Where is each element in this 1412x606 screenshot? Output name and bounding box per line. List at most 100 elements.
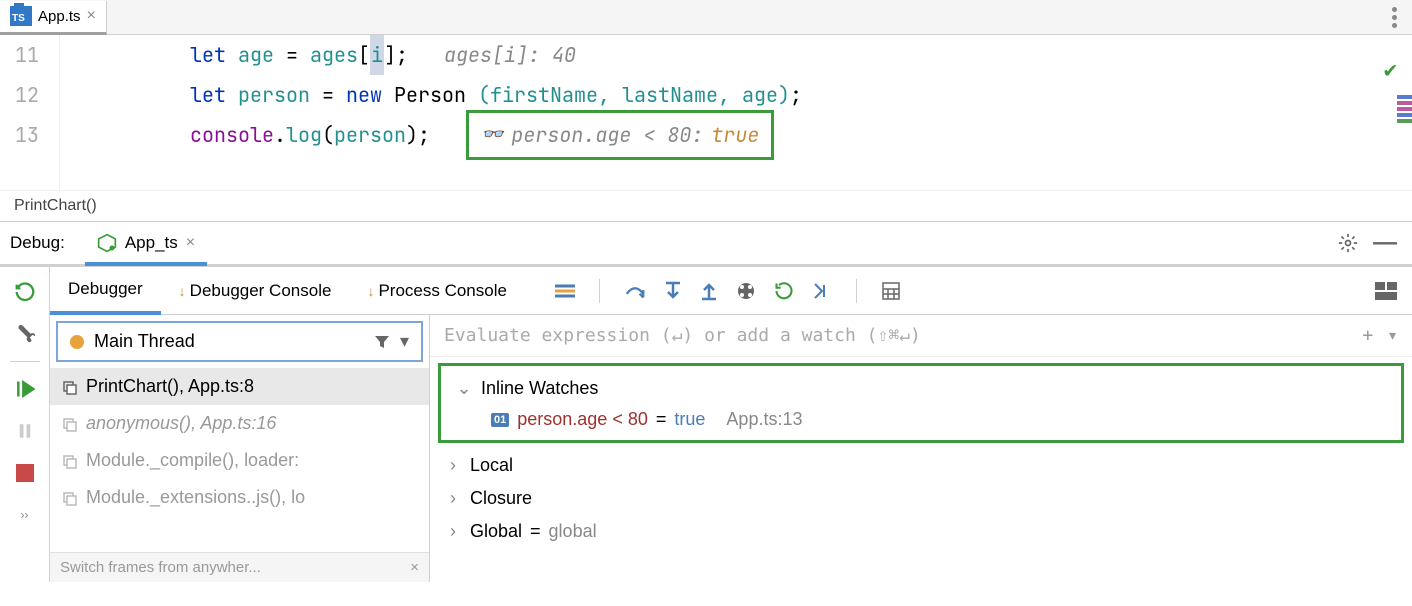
watch-value: true — [674, 409, 705, 430]
expand-chevron-icon[interactable]: › — [444, 521, 462, 542]
more-actions-icon[interactable]: ›› — [10, 500, 40, 530]
stack-frame[interactable]: Module._extensions..js(), lo — [50, 479, 429, 516]
debug-left-toolbar: ›› — [0, 267, 50, 582]
watch-badge: 01 — [491, 413, 509, 427]
scope-label: Local — [470, 455, 513, 476]
file-tab-label: App.ts — [38, 8, 81, 25]
step-over-icon[interactable] — [624, 282, 646, 300]
gear-icon[interactable] — [1338, 233, 1358, 253]
variables-tree: ⌄ Inline Watches 01 person.age < 80 = tr… — [430, 357, 1412, 582]
code-content[interactable]: let age = ages[i]; ages[i]: 40 let perso… — [60, 35, 1412, 190]
variable: ages — [310, 35, 358, 75]
method: log — [286, 115, 322, 155]
debug-step-toolbar — [555, 279, 921, 303]
expand-chevron-icon[interactable]: › — [444, 455, 462, 476]
code-line[interactable]: let person = new Person (firstName, last… — [190, 75, 1412, 115]
frame-icon — [62, 490, 78, 506]
tip-bar: Switch frames from anywher... × — [50, 552, 429, 582]
line-number: 13 — [0, 115, 39, 155]
tree-node[interactable]: › Closure — [430, 482, 1412, 515]
more-options-icon[interactable] — [1392, 7, 1397, 28]
show-execution-point-icon[interactable] — [555, 283, 575, 299]
expand-chevron-icon[interactable]: › — [444, 488, 462, 509]
debug-main-area: Debugger ↓Debugger Console ↓Process Cons… — [50, 267, 1412, 582]
debug-sub-tabs: Debugger ↓Debugger Console ↓Process Cons… — [50, 267, 1412, 315]
evaluate-expression-icon[interactable] — [812, 281, 832, 301]
line-number-gutter: 11 12 13 — [0, 35, 60, 190]
run-to-cursor-icon[interactable] — [774, 281, 794, 301]
stop-icon[interactable] — [10, 458, 40, 488]
tree-node[interactable]: › Global = global — [430, 515, 1412, 548]
frames-panel: Main Thread ▾ PrintChart(), App.ts:8 — [50, 315, 430, 582]
watch-location-link[interactable]: App.ts:13 — [726, 409, 802, 430]
close-tab-icon[interactable]: × — [87, 7, 96, 25]
glasses-icon: 👓 — [481, 115, 503, 155]
step-into-icon[interactable] — [664, 281, 682, 301]
layout-settings-icon[interactable] — [1375, 282, 1397, 300]
download-icon: ↓ — [367, 283, 374, 299]
wrench-icon[interactable] — [10, 319, 40, 349]
variable: age — [238, 35, 274, 75]
expand-chevron-icon[interactable]: ⌄ — [455, 378, 473, 399]
view-breakpoints-icon[interactable] — [736, 281, 756, 301]
keyword: let — [190, 35, 226, 75]
step-out-icon[interactable] — [700, 281, 718, 301]
stack-frame[interactable]: anonymous(), App.ts:16 — [50, 405, 429, 442]
pause-icon[interactable] — [10, 416, 40, 446]
equals: = — [656, 409, 667, 430]
nodejs-icon — [97, 233, 117, 253]
debug-content-panels: Main Thread ▾ PrintChart(), App.ts:8 — [50, 315, 1412, 582]
tab-debugger-console[interactable]: ↓Debugger Console — [161, 267, 350, 314]
breadcrumb[interactable]: PrintChart() — [0, 190, 1412, 222]
tab-debugger[interactable]: Debugger — [50, 268, 161, 315]
code-line[interactable]: console.log(person); 👓 person.age < 80: … — [190, 115, 1412, 155]
debug-session-tab[interactable]: App_ts × — [85, 224, 207, 266]
code-editor[interactable]: 11 12 13 let age = ages[i]; ages[i]: 40 … — [0, 35, 1412, 190]
thread-selector[interactable]: Main Thread ▾ — [56, 321, 423, 362]
inline-watch-value: true — [711, 115, 759, 155]
tree-node[interactable]: ⌄ Inline Watches — [441, 372, 1401, 405]
inline-value-hint: ages[i]: 40 — [444, 35, 576, 75]
rerun-icon[interactable] — [10, 277, 40, 307]
inline-watch-expression: person.age < 80: — [511, 115, 703, 155]
editor-tab-bar: TS App.ts × — [0, 0, 1412, 35]
frame-label: Module._extensions..js(), lo — [86, 487, 305, 508]
debug-label: Debug: — [10, 233, 65, 253]
watch-expression[interactable]: 01 person.age < 80 = true App.ts:13 — [441, 405, 1401, 434]
frame-icon — [62, 416, 78, 432]
keyword: let — [190, 75, 226, 115]
close-session-icon[interactable]: × — [186, 234, 195, 252]
frame-icon — [62, 379, 78, 395]
frame-icon — [62, 453, 78, 469]
add-watch-icon[interactable]: + — [1362, 325, 1373, 346]
scope-label: Global — [470, 521, 522, 542]
file-tab[interactable]: TS App.ts × — [0, 1, 107, 35]
scope-value: global — [549, 521, 597, 542]
debug-session-label: App_ts — [125, 233, 178, 253]
inline-watch-badge[interactable]: 👓 person.age < 80: true — [466, 110, 774, 160]
object: console — [190, 115, 274, 155]
frame-label: Module._compile(), loader: — [86, 450, 299, 471]
resume-icon[interactable] — [10, 374, 40, 404]
stack-frame[interactable]: Module._compile(), loader: — [50, 442, 429, 479]
tip-text: Switch frames from anywher... — [60, 559, 261, 576]
watch-options-icon[interactable]: ▾ — [1387, 325, 1398, 346]
watch-expr-text: person.age < 80 — [517, 409, 648, 430]
calculator-icon[interactable] — [881, 281, 901, 301]
frame-label: PrintChart(), App.ts:8 — [86, 376, 254, 397]
variables-panel: Evaluate expression (↵) or add a watch (… — [430, 315, 1412, 582]
evaluate-expression-input[interactable]: Evaluate expression (↵) or add a watch (… — [430, 315, 1412, 357]
tab-process-console[interactable]: ↓Process Console — [349, 267, 525, 314]
tree-node[interactable]: › Local — [430, 449, 1412, 482]
frame-label: anonymous(), App.ts:16 — [86, 413, 276, 434]
dropdown-arrow-icon[interactable]: ▾ — [400, 331, 409, 352]
inspection-ok-icon[interactable]: ✔ — [1384, 50, 1397, 90]
hide-panel-icon[interactable]: — — [1373, 229, 1397, 257]
close-tip-icon[interactable]: × — [410, 559, 419, 576]
error-stripe[interactable] — [1397, 95, 1412, 155]
line-number: 12 — [0, 75, 39, 115]
stack-frame[interactable]: PrintChart(), App.ts:8 — [50, 368, 429, 405]
filter-icon[interactable] — [374, 334, 390, 350]
code-line[interactable]: let age = ages[i]; ages[i]: 40 — [190, 35, 1412, 75]
thread-status-icon — [70, 335, 84, 349]
